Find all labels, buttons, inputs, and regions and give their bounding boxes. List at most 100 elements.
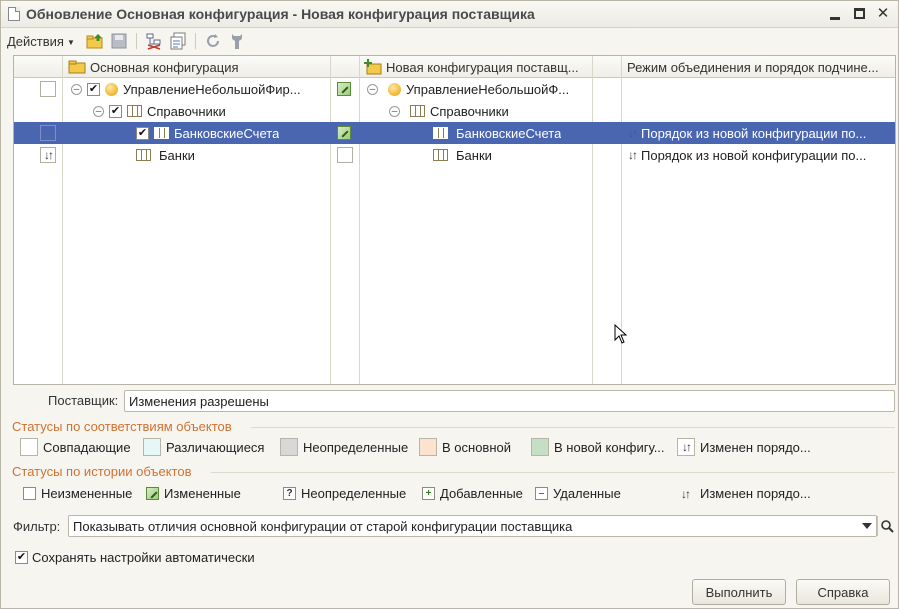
config-root-icon <box>105 82 118 96</box>
row-state-cell <box>40 78 56 100</box>
tree-row[interactable]: – УправлениеНебольшойФир... – Управление… <box>14 78 895 100</box>
catalog-item-icon <box>433 149 448 161</box>
in-new-swatch <box>531 438 549 456</box>
main-config-cell: – УправлениеНебольшойФир... <box>71 78 301 100</box>
minus-icon: – <box>535 487 548 500</box>
differing-swatch <box>143 438 161 456</box>
merge-checkbox[interactable] <box>136 126 149 140</box>
order-icon: ↓↑ <box>681 486 691 501</box>
collapse-icon[interactable]: – <box>71 83 82 95</box>
order-icon: ↓↑ <box>44 148 54 162</box>
new-config-cell: Банки <box>433 144 492 166</box>
tree-filter-icon[interactable] <box>144 31 164 51</box>
toolbar-separator <box>135 33 137 49</box>
catalog-item-icon <box>154 127 169 139</box>
new-config-cell: – УправлениеНебольшойФ... <box>367 78 569 100</box>
new-object-name: УправлениеНебольшойФ... <box>406 81 570 97</box>
legend-undefined: Неопределенные <box>280 438 408 456</box>
help-button[interactable]: Справка <box>796 579 890 605</box>
catalog-item-icon <box>136 149 151 161</box>
window-title: Обновление Основная конфигурация - Новая… <box>26 6 535 22</box>
main-config-cell: – Справочники <box>93 100 226 122</box>
row-state-box[interactable] <box>40 81 56 97</box>
column-mode-label: Режим объединения и порядок подчине... <box>627 59 879 75</box>
collapse-icon[interactable]: – <box>93 105 104 117</box>
column-new-config[interactable]: Новая конфигурация поставщ... <box>364 56 592 78</box>
row-state-cell <box>40 122 56 144</box>
legend-changed: Измененные <box>146 486 241 501</box>
filter-field[interactable]: Показывать отличия основной конфигурации… <box>68 515 877 537</box>
catalog-icon <box>410 105 425 117</box>
merge-mode-text: Порядок из новой конфигурации по... <box>641 147 867 163</box>
tree-row[interactable]: ↓↑ Банки Банки ↓↑ Порядок из новой конфи… <box>14 144 895 166</box>
undefined-swatch <box>280 438 298 456</box>
merge-checkbox[interactable] <box>87 82 100 96</box>
toolbar-separator <box>194 33 196 49</box>
row-state-cell: ↓↑ <box>40 144 56 166</box>
order-changed-swatch: ↓↑ <box>677 438 695 456</box>
order-changed-box[interactable]: ↓↑ <box>40 147 56 163</box>
legend-history-order-changed: ↓↑ Изменен порядо... <box>681 486 811 501</box>
refresh-icon[interactable] <box>203 31 223 51</box>
comparison-tree-grid[interactable]: Основная конфигурация Новая конфигурация… <box>13 55 896 385</box>
update-config-window: Обновление Основная конфигурация - Новая… <box>0 0 899 609</box>
history-cell <box>337 144 353 166</box>
caret-down-icon: ▼ <box>66 37 75 47</box>
folder-up-icon[interactable] <box>85 31 105 51</box>
new-config-cell: – Справочники <box>389 100 509 122</box>
close-button[interactable]: ✕ <box>876 5 890 22</box>
filter-label: Фильтр: <box>13 519 61 534</box>
catalog-icon <box>127 105 142 117</box>
tree-row[interactable]: – Справочники – Справочники <box>14 100 895 122</box>
order-icon: ↓↑ <box>682 440 692 454</box>
legend-label: Неопределенные <box>301 486 407 501</box>
legend-history-undefined: ? Неопределенные <box>283 486 406 501</box>
autosave-option[interactable]: Сохранять настройки автоматически <box>15 550 255 565</box>
supplier-label: Поставщик: <box>48 393 119 408</box>
column-merge-mode[interactable]: Режим объединения и порядок подчине... <box>627 56 893 78</box>
search-icon[interactable] <box>877 516 895 536</box>
filter-value: Показывать отличия основной конфигурации… <box>73 518 573 534</box>
legend-label: Неизмененные <box>41 486 133 501</box>
matching-swatch <box>20 438 38 456</box>
column-main-config[interactable]: Основная конфигурация <box>68 56 330 78</box>
row-state-box[interactable] <box>40 125 56 141</box>
collapse-icon[interactable]: – <box>389 105 400 117</box>
new-object-name: Банки <box>456 147 492 163</box>
maximize-button[interactable] <box>852 5 866 21</box>
legend-order-changed: ↓↑ Изменен порядо... <box>677 438 811 456</box>
grid-header: Основная конфигурация Новая конфигурация… <box>14 56 895 78</box>
question-icon: ? <box>283 487 296 500</box>
new-config-cell: БанковскиеСчета <box>433 122 561 144</box>
actions-menu[interactable]: Действия ▼ <box>7 34 75 49</box>
merge-checkbox[interactable] <box>109 104 122 118</box>
run-button[interactable]: Выполнить <box>692 579 786 605</box>
merge-mode-cell: ↓↑ Порядок из новой конфигурации по... <box>628 144 866 166</box>
wrench-icon[interactable] <box>227 31 247 51</box>
tree-row-selected[interactable]: БанковскиеСчета БанковскиеСчета ↓↑ Поряд… <box>14 122 895 144</box>
supplier-field[interactable]: Изменения разрешены <box>124 390 895 412</box>
legend-deleted: – Удаленные <box>535 486 621 501</box>
history-box[interactable] <box>337 147 353 163</box>
column-new-label: Новая конфигурация поставщ... <box>386 59 579 75</box>
legend-differing: Различающиеся <box>143 438 264 456</box>
config-new-icon <box>364 59 382 75</box>
save-icon[interactable] <box>109 31 129 51</box>
unchanged-box <box>23 487 36 500</box>
legend-label: Изменен порядо... <box>700 439 811 455</box>
window-controls: ✕ <box>828 5 890 22</box>
legend-label: Удаленные <box>553 486 621 501</box>
order-icon: ↓↑ <box>628 148 638 162</box>
new-object-name: Справочники <box>430 103 509 119</box>
dropdown-arrow-icon[interactable] <box>858 516 876 536</box>
minimize-button[interactable] <box>828 5 842 21</box>
copy-config-icon[interactable] <box>168 31 188 51</box>
in-main-swatch <box>419 438 437 456</box>
order-icon: ↓↑ <box>628 126 638 140</box>
autosave-checkbox[interactable] <box>15 551 28 564</box>
legend-unchanged: Неизмененные <box>23 486 132 501</box>
legend-label: В новой конфигу... <box>554 439 665 455</box>
collapse-icon[interactable]: – <box>367 83 378 95</box>
legend-added: + Добавленные <box>422 486 523 501</box>
config-main-icon <box>68 60 86 74</box>
